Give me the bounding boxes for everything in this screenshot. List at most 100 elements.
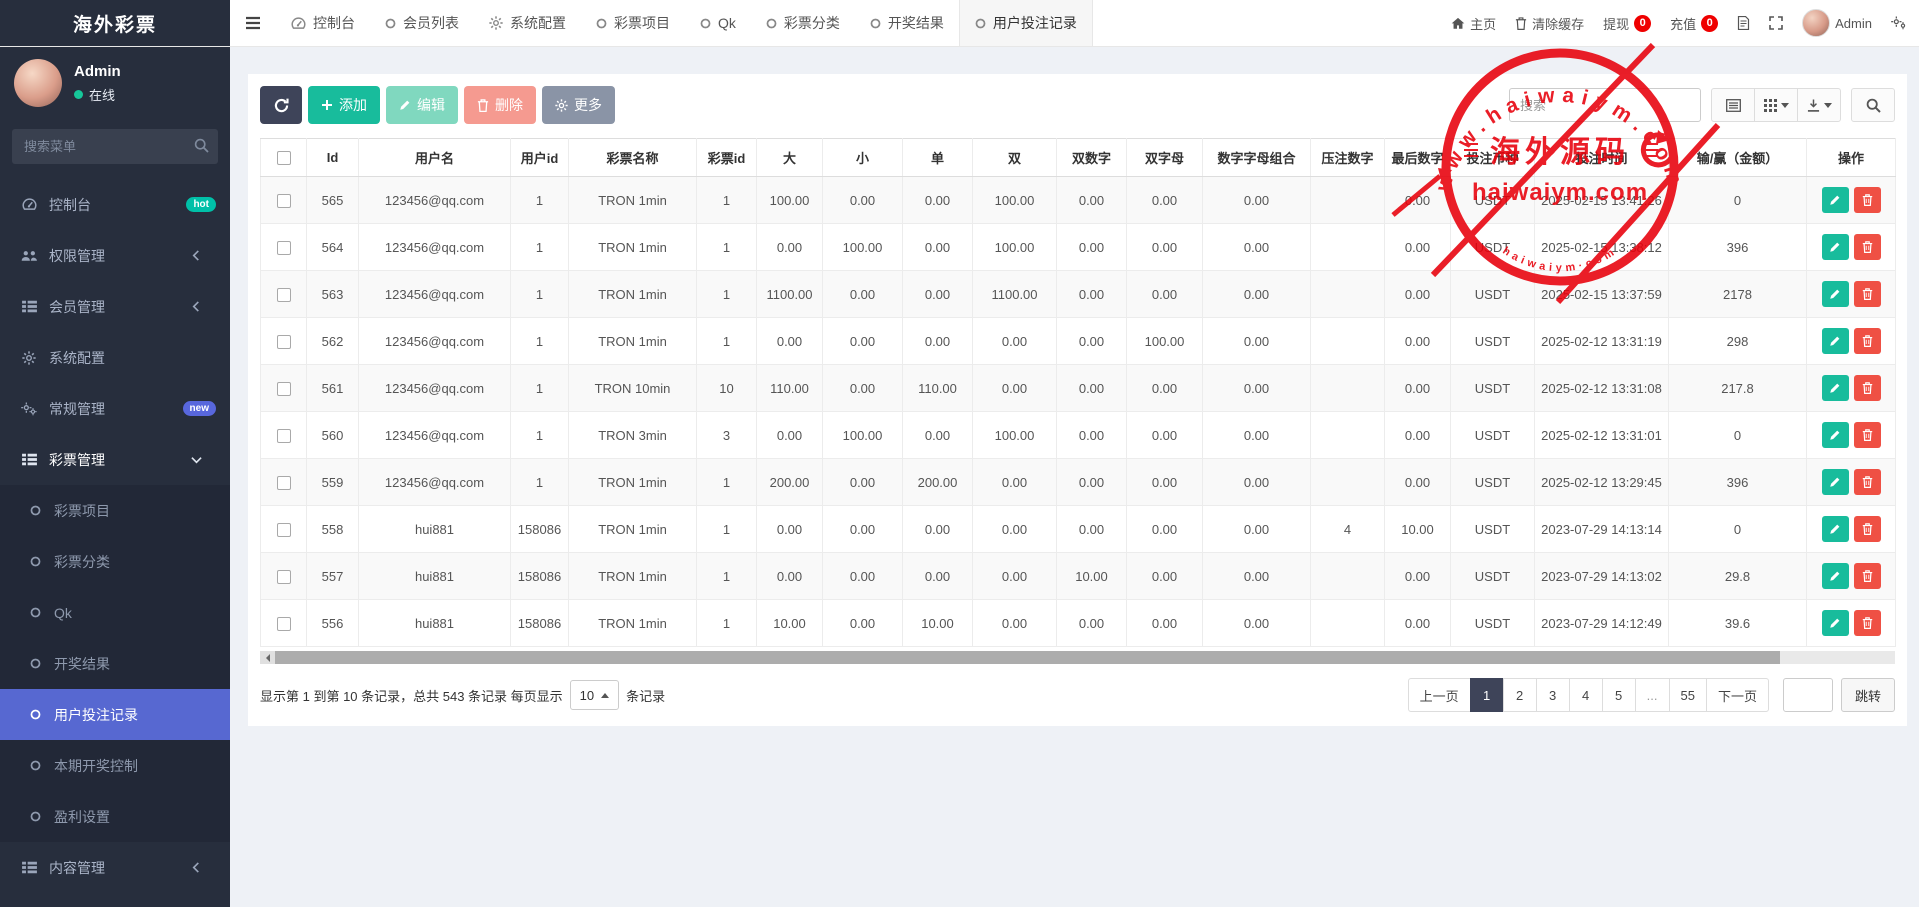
row-edit-button[interactable] [1822, 187, 1849, 213]
scrollbar-left-arrow[interactable] [260, 651, 275, 664]
tab-console[interactable]: 控制台 [276, 0, 370, 46]
page-3[interactable]: 3 [1536, 678, 1570, 712]
columns-dropdown-button[interactable] [1754, 88, 1798, 122]
row-edit-button[interactable] [1822, 375, 1849, 401]
column-header[interactable]: 投注时间 [1535, 139, 1669, 177]
sidebar-item-console[interactable]: 控制台hot [0, 179, 230, 230]
sidebar-item-permission[interactable]: 权限管理 [0, 230, 230, 281]
row-delete-button[interactable] [1854, 187, 1881, 213]
column-header[interactable]: 双字母 [1127, 139, 1203, 177]
fullscreen-expand-icon[interactable] [1769, 16, 1783, 30]
sidebar-item-lottery[interactable]: 彩票管理 [0, 434, 230, 485]
tab-system-config[interactable]: 系统配置 [474, 0, 581, 46]
row-delete-button[interactable] [1854, 281, 1881, 307]
row-checkbox[interactable] [277, 476, 291, 490]
table-row[interactable]: 563123456@qq.com1TRON 1min11100.000.000.… [261, 271, 1896, 318]
home-link[interactable]: 主页 [1451, 14, 1496, 33]
add-button[interactable]: 添加 [308, 86, 380, 124]
row-checkbox[interactable] [277, 523, 291, 537]
sidebar-subitem-user-bet-records[interactable]: 用户投注记录 [0, 689, 230, 740]
column-header[interactable]: 输/赢（金额） [1669, 139, 1807, 177]
column-header[interactable]: 小 [823, 139, 903, 177]
column-header[interactable]: 彩票名称 [569, 139, 697, 177]
recharge-link[interactable]: 充值 0 [1670, 14, 1718, 33]
column-header[interactable]: 最后数字 [1385, 139, 1451, 177]
tab-member-list[interactable]: 会员列表 [370, 0, 474, 46]
page-5[interactable]: 5 [1602, 678, 1636, 712]
tab-draw-results[interactable]: 开奖结果 [855, 0, 959, 46]
column-header[interactable]: 单 [903, 139, 973, 177]
row-checkbox[interactable] [277, 241, 291, 255]
column-header[interactable]: 大 [757, 139, 823, 177]
page-2[interactable]: 2 [1503, 678, 1537, 712]
table-row[interactable]: 561123456@qq.com1TRON 10min10110.000.001… [261, 365, 1896, 412]
sidebar-subitem-draw-results[interactable]: 开奖结果 [0, 638, 230, 689]
export-dropdown-button[interactable] [1797, 88, 1841, 122]
clear-cache-button[interactable]: 清除缓存 [1515, 14, 1584, 33]
changelog-document-icon[interactable] [1737, 16, 1750, 30]
page-55[interactable]: 55 [1669, 678, 1707, 712]
settings-gears-icon[interactable] [1891, 16, 1907, 30]
page-1[interactable]: 1 [1470, 678, 1504, 712]
row-delete-button[interactable] [1854, 469, 1881, 495]
sidebar-item-member[interactable]: 会员管理 [0, 281, 230, 332]
sidebar-subitem-current-draw-control[interactable]: 本期开奖控制 [0, 740, 230, 791]
page-size-dropdown[interactable]: 10 [570, 680, 619, 710]
row-delete-button[interactable] [1854, 422, 1881, 448]
sidebar-item-system-config[interactable]: 系统配置 [0, 332, 230, 383]
menu-search-input[interactable] [12, 129, 218, 164]
scrollbar-thumb[interactable] [275, 651, 1780, 664]
column-header[interactable]: 操作 [1807, 139, 1896, 177]
row-edit-button[interactable] [1822, 234, 1849, 260]
column-header[interactable]: Id [307, 139, 359, 177]
sidebar-toggle-hamburger-icon[interactable] [230, 0, 276, 46]
column-header[interactable]: 彩票id [697, 139, 757, 177]
toggle-search-button[interactable] [1851, 88, 1895, 122]
row-delete-button[interactable] [1854, 516, 1881, 542]
row-edit-button[interactable] [1822, 469, 1849, 495]
column-header[interactable]: 用户id [511, 139, 569, 177]
page-prev[interactable]: 上一页 [1408, 678, 1471, 712]
column-header[interactable]: 压注数字 [1311, 139, 1385, 177]
page-jump-button[interactable]: 跳转 [1841, 678, 1895, 712]
row-checkbox[interactable] [277, 335, 291, 349]
row-edit-button[interactable] [1822, 281, 1849, 307]
row-delete-button[interactable] [1854, 375, 1881, 401]
sidebar-subitem-lottery-category[interactable]: 彩票分类 [0, 536, 230, 587]
column-header[interactable]: 用户名 [359, 139, 511, 177]
sidebar-subitem-lottery-project[interactable]: 彩票项目 [0, 485, 230, 536]
row-delete-button[interactable] [1854, 234, 1881, 260]
row-delete-button[interactable] [1854, 328, 1881, 354]
table-row[interactable]: 564123456@qq.com1TRON 1min10.00100.000.0… [261, 224, 1896, 271]
row-delete-button[interactable] [1854, 610, 1881, 636]
sidebar-item-content[interactable]: 内容管理 [0, 842, 230, 893]
table-row[interactable]: 557hui881158086TRON 1min10.000.000.000.0… [261, 553, 1896, 600]
table-row[interactable]: 565123456@qq.com1TRON 1min1100.000.000.0… [261, 177, 1896, 224]
select-all-checkbox[interactable] [277, 151, 291, 165]
page-next[interactable]: 下一页 [1706, 678, 1769, 712]
page-jump-input[interactable] [1783, 678, 1833, 712]
row-edit-button[interactable] [1822, 563, 1849, 589]
column-header[interactable]: 数字字母组合 [1203, 139, 1311, 177]
tab-lottery-project[interactable]: 彩票项目 [581, 0, 685, 46]
row-edit-button[interactable] [1822, 610, 1849, 636]
refresh-button[interactable] [260, 86, 302, 124]
column-header[interactable]: 投注币种 [1451, 139, 1535, 177]
row-checkbox[interactable] [277, 288, 291, 302]
row-edit-button[interactable] [1822, 516, 1849, 542]
row-checkbox[interactable] [277, 382, 291, 396]
detail-view-toggle-button[interactable] [1711, 88, 1755, 122]
row-checkbox[interactable] [277, 617, 291, 631]
row-delete-button[interactable] [1854, 563, 1881, 589]
row-checkbox[interactable] [277, 429, 291, 443]
table-row[interactable]: 562123456@qq.com1TRON 1min10.000.000.000… [261, 318, 1896, 365]
sidebar-subitem-profit-settings[interactable]: 盈利设置 [0, 791, 230, 842]
row-edit-button[interactable] [1822, 422, 1849, 448]
more-button[interactable]: 更多 [542, 86, 615, 124]
sidebar-subitem-qk[interactable]: Qk [0, 587, 230, 638]
table-row[interactable]: 556hui881158086TRON 1min110.000.0010.000… [261, 600, 1896, 647]
user-menu[interactable]: Admin [1802, 9, 1872, 37]
sidebar-item-general[interactable]: 常规管理new [0, 383, 230, 434]
withdraw-link[interactable]: 提现 0 [1603, 14, 1651, 33]
row-checkbox[interactable] [277, 570, 291, 584]
